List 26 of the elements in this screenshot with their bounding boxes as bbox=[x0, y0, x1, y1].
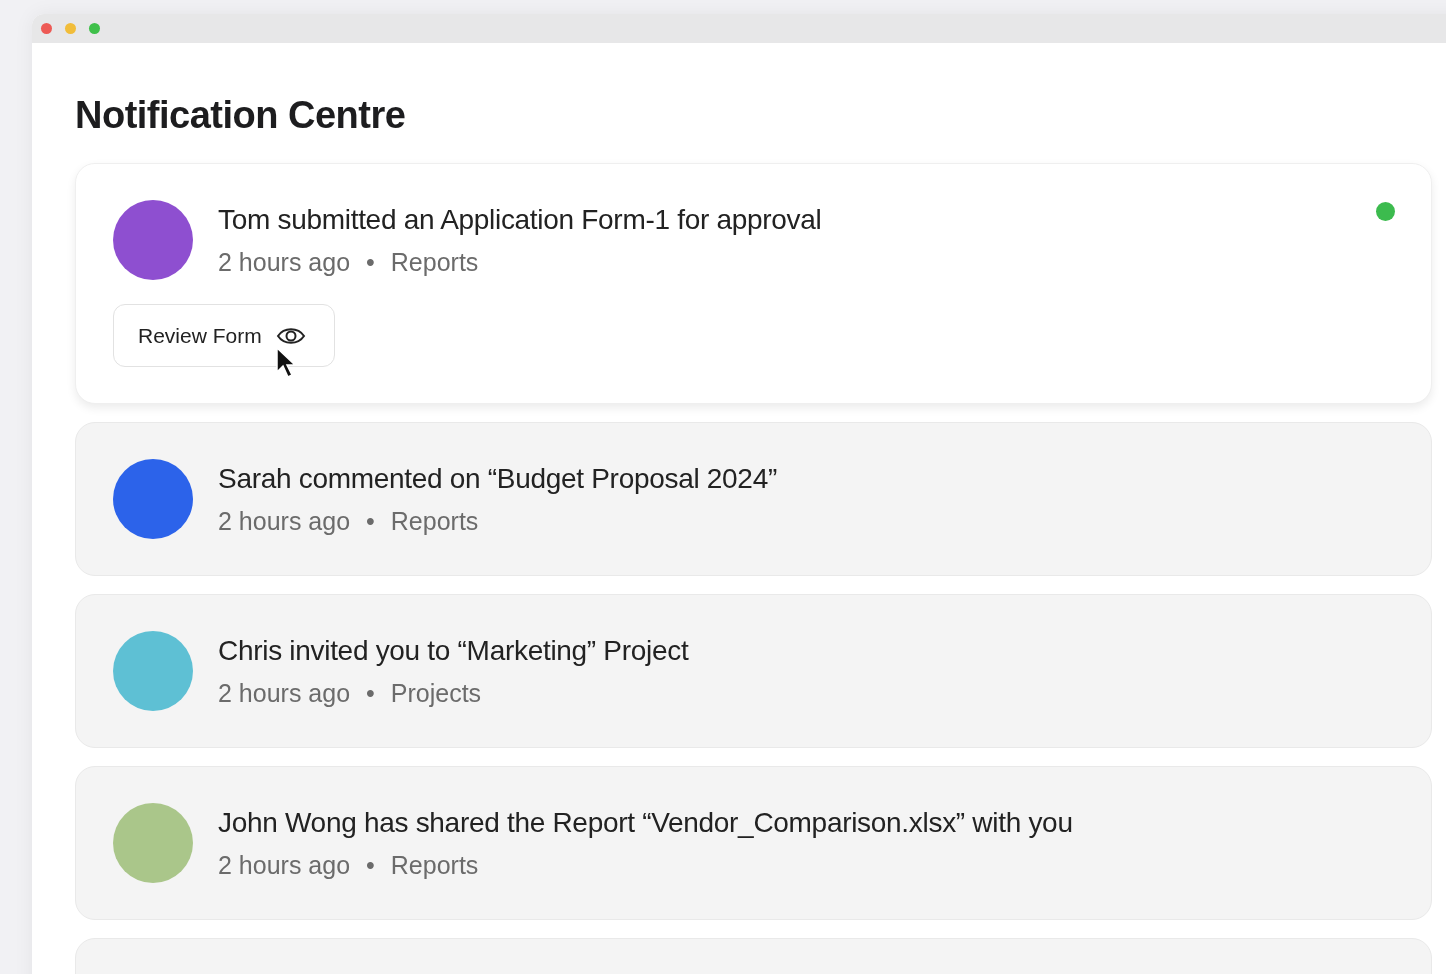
notification-time: 2 hours ago bbox=[218, 506, 351, 536]
notification-time: 2 hours ago bbox=[218, 247, 351, 277]
notification-category: Reports bbox=[390, 506, 479, 536]
notification-card[interactable]: Tom submitted an Application Form-1 for approval 2 hours ago • Reports Review Form bbox=[75, 163, 1432, 404]
separator-dot: • bbox=[366, 506, 375, 536]
notification-title: Chris invited you to “Marketing” Project bbox=[218, 634, 689, 668]
separator-dot: • bbox=[366, 850, 375, 880]
notification-title: John Wong has shared the Report “Vendor_Comparison.xlsx” with you bbox=[218, 806, 1073, 840]
notification-category: Projects bbox=[390, 678, 482, 708]
eye-icon bbox=[275, 325, 306, 346]
maximize-icon[interactable] bbox=[89, 23, 100, 34]
notification-card[interactable]: John Wong has shared the Report “Vendor_Comparison.xlsx” with you 2 hours ago • Reports bbox=[75, 766, 1432, 920]
notification-title: Tom submitted an Application Form-1 for approval bbox=[218, 203, 822, 237]
page-title: Notification Centre bbox=[75, 93, 406, 137]
notification-category: Reports bbox=[390, 850, 479, 880]
notification-time: 2 hours ago bbox=[218, 678, 351, 708]
notification-title: Sarah commented on “Budget Proposal 2024” bbox=[218, 462, 777, 496]
close-icon[interactable] bbox=[41, 23, 52, 34]
notification-time: 2 hours ago bbox=[218, 850, 351, 880]
notification-card[interactable]: Sarah commented on “Budget Proposal 2024” 2 hours ago • Reports bbox=[75, 422, 1432, 576]
review-form-button[interactable]: Review Form bbox=[113, 304, 335, 367]
separator-dot: • bbox=[366, 678, 375, 708]
separator-dot: • bbox=[366, 247, 375, 277]
notification-category: Reports bbox=[390, 247, 479, 277]
minimize-icon[interactable] bbox=[65, 23, 76, 34]
notification-card[interactable]: Chris invited you to “Marketing” Project 2 hours ago • Projects bbox=[75, 594, 1432, 748]
